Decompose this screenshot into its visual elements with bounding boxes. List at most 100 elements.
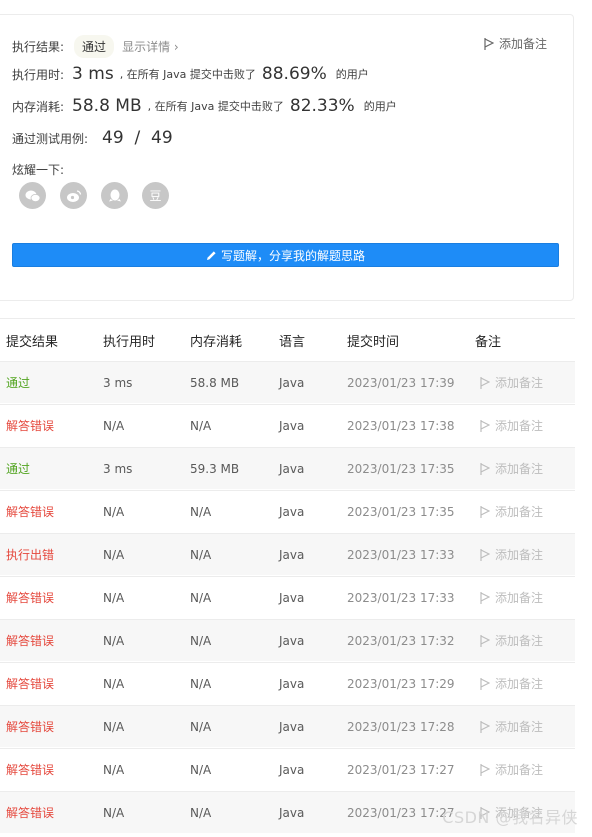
result-link[interactable]: 通过 (6, 460, 30, 477)
result-link[interactable]: 解答错误 (6, 675, 54, 692)
result-link[interactable]: 解答错误 (6, 761, 54, 778)
add-note-label: 添加备注 (495, 462, 544, 476)
qq-icon[interactable] (101, 182, 128, 209)
runtime-cell: N/A (103, 633, 125, 648)
add-note-label: 添加备注 (495, 376, 544, 390)
result-link[interactable]: 解答错误 (6, 589, 54, 606)
submitted-time-cell: 2023/01/23 17:38 (347, 418, 455, 433)
memory-cell: N/A (190, 504, 212, 519)
result-link[interactable]: 执行出错 (6, 546, 54, 563)
submitted-time-cell: 2023/01/23 17:27 (347, 805, 455, 820)
table-row: 解答错误 N/A N/A Java 2023/01/23 17:27 添加备注 (0, 748, 575, 790)
add-note-label: 添加备注 (498, 37, 547, 51)
submitted-time-cell: 2023/01/23 17:27 (347, 762, 455, 777)
runtime-cell: 3 ms (103, 375, 133, 390)
runtime-cell: N/A (103, 719, 125, 734)
add-note-button[interactable]: 添加备注 (480, 632, 543, 649)
testcases-label: 通过测试用例: (12, 131, 89, 146)
table-row: 解答错误 N/A N/A Java 2023/01/23 17:38 添加备注 (0, 404, 575, 446)
runtime-cell: N/A (103, 418, 125, 433)
language-cell: Java (279, 418, 305, 433)
watermark: CSDN @我名异侠 (442, 808, 578, 827)
show-details-link[interactable]: 显示详情 › (122, 38, 179, 55)
table-row: 解答错误 N/A N/A Java 2023/01/23 17:29 添加备注 (0, 662, 575, 704)
add-note-button[interactable]: 添加备注 (480, 589, 543, 606)
add-note-button[interactable]: 添加备注 (480, 761, 543, 778)
result-link[interactable]: 解答错误 (6, 804, 54, 821)
add-note-label: 添加备注 (495, 677, 544, 691)
submissions-table: 提交结果 执行用时 内存消耗 语言 提交时间 备注 通过 3 ms 58.8 MB J… (0, 318, 575, 837)
result-link[interactable]: 解答错误 (6, 417, 54, 434)
memory-label: 内存消耗: (12, 99, 65, 114)
weibo-glyph (66, 189, 81, 202)
flag-icon (480, 634, 490, 647)
douban-glyph: 豆 (149, 189, 162, 203)
add-note-label: 添加备注 (495, 720, 544, 734)
header-language: 语言 (279, 334, 306, 350)
add-note-button[interactable]: 添加备注 (480, 546, 543, 563)
runtime-cell: 3 ms (103, 461, 133, 476)
qq-glyph (108, 189, 121, 202)
submitted-time-cell: 2023/01/23 17:28 (347, 719, 455, 734)
submitted-time-cell: 2023/01/23 17:29 (347, 676, 455, 691)
table-row: 执行出错 N/A N/A Java 2023/01/23 17:33 添加备注 (0, 533, 575, 575)
submitted-time-cell: 2023/01/23 17:35 (347, 504, 455, 519)
flag-icon (480, 376, 490, 389)
write-solution-button[interactable]: 写题解，分享我的解题思路 (12, 243, 559, 267)
add-note-label: 添加备注 (495, 505, 544, 519)
runtime-cell: N/A (103, 676, 125, 691)
flag-icon (484, 37, 494, 50)
submitted-time-cell: 2023/01/23 17:35 (347, 461, 455, 476)
add-note-button[interactable]: 添加备注 (480, 374, 543, 391)
douban-icon[interactable]: 豆 (142, 182, 169, 209)
weibo-icon[interactable] (60, 182, 87, 209)
result-badge: 通过 (74, 35, 115, 58)
memory-cell: N/A (190, 719, 212, 734)
result-link[interactable]: 解答错误 (6, 632, 54, 649)
table-row: 解答错误 N/A N/A Java 2023/01/23 17:35 添加备注 (0, 490, 575, 532)
language-cell: Java (279, 676, 305, 691)
table-row: 解答错误 N/A N/A Java 2023/01/23 17:28 添加备注 (0, 705, 575, 747)
add-note-label: 添加备注 (495, 591, 544, 605)
wechat-icon[interactable] (19, 182, 46, 209)
flag-icon (480, 548, 490, 561)
language-cell: Java (279, 375, 305, 390)
memory-cell: 59.3 MB (190, 461, 240, 476)
table-row: 通过 3 ms 59.3 MB Java 2023/01/23 17:35 添加备注 (0, 447, 575, 489)
memory-cell: 58.8 MB (190, 375, 240, 390)
table-header: 提交结果 执行用时 内存消耗 语言 提交时间 备注 (0, 319, 575, 361)
table-row: 解答错误 N/A N/A Java 2023/01/23 17:33 添加备注 (0, 576, 575, 618)
runtime-cell: N/A (103, 504, 125, 519)
language-cell: Java (279, 461, 305, 476)
memory-cell: N/A (190, 418, 212, 433)
runtime-value: 3 ms (72, 64, 114, 84)
header-note: 备注 (475, 334, 502, 350)
runtime-label: 执行用时: (12, 67, 65, 82)
add-note-label: 添加备注 (495, 419, 544, 433)
runtime-suffix: 的用户 (335, 68, 369, 81)
add-note-button[interactable]: 添加备注 (480, 675, 543, 692)
add-note-button[interactable]: 添加备注 (480, 417, 543, 434)
language-cell: Java (279, 504, 305, 519)
language-cell: Java (279, 719, 305, 734)
add-note-button[interactable]: 添加备注 (480, 460, 543, 477)
memory-cell: N/A (190, 590, 212, 605)
language-cell: Java (279, 547, 305, 562)
memory-cell: N/A (190, 805, 212, 820)
language-cell: Java (279, 762, 305, 777)
header-submitted: 提交时间 (347, 334, 400, 350)
add-note-button[interactable]: 添加备注 (484, 35, 547, 52)
result-link[interactable]: 解答错误 (6, 718, 54, 735)
memory-percent: 82.33% (289, 96, 355, 116)
header-runtime: 执行用时 (103, 334, 156, 350)
submitted-time-cell: 2023/01/23 17:32 (347, 633, 455, 648)
add-note-button[interactable]: 添加备注 (480, 718, 543, 735)
memory-text: , 在所有 Java 提交中击败了 (147, 100, 284, 113)
runtime-cell: N/A (103, 590, 125, 605)
runtime-cell: N/A (103, 805, 125, 820)
result-link[interactable]: 解答错误 (6, 503, 54, 520)
flag-icon (480, 505, 490, 518)
result-link[interactable]: 通过 (6, 374, 30, 391)
memory-cell: N/A (190, 547, 212, 562)
add-note-button[interactable]: 添加备注 (480, 503, 543, 520)
